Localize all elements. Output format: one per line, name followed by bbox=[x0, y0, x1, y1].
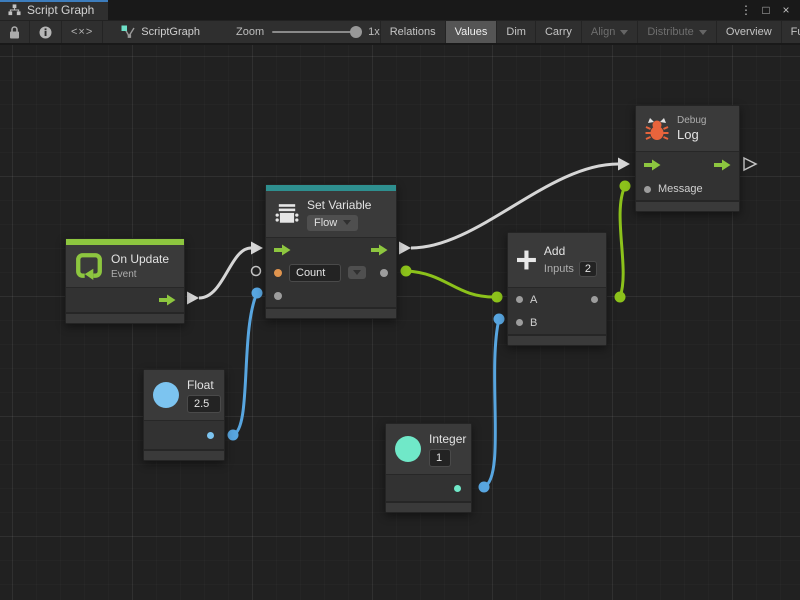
code-view-button[interactable]: <×> bbox=[62, 21, 103, 43]
value-output-port[interactable] bbox=[380, 269, 388, 277]
node-footer bbox=[508, 334, 606, 345]
input-b-label: B bbox=[530, 317, 537, 329]
wire-value-float-to-setvariable[interactable] bbox=[228, 288, 263, 441]
float-type-icon bbox=[153, 382, 179, 408]
tab-title: Script Graph bbox=[27, 3, 94, 17]
info-icon bbox=[39, 26, 52, 39]
dropdown-caret-icon bbox=[699, 30, 707, 35]
variable-name-input-port[interactable] bbox=[274, 269, 282, 277]
node-on-update[interactable]: On Update Event bbox=[65, 238, 185, 324]
dropdown-caret-icon bbox=[620, 30, 628, 35]
window-menu-icon[interactable]: ⋮ bbox=[738, 3, 754, 17]
variable-picker-dropdown[interactable] bbox=[348, 266, 366, 279]
dropdown-caret-icon bbox=[343, 220, 351, 225]
maximize-icon[interactable]: □ bbox=[758, 3, 774, 17]
node-title: On Update bbox=[111, 252, 169, 266]
graph-toolbar: <×> ScriptGraph Zoom 1x Relations Values… bbox=[0, 20, 800, 44]
integer-output-port[interactable] bbox=[454, 485, 461, 492]
node-title: Log bbox=[677, 127, 706, 142]
tab-bar: Script Graph ⋮ □ × bbox=[0, 0, 800, 20]
node-title: Float bbox=[187, 378, 221, 392]
flow-input-port[interactable] bbox=[644, 159, 661, 171]
zoom-slider-handle[interactable] bbox=[350, 26, 362, 38]
sum-output-port[interactable] bbox=[591, 296, 598, 303]
graph-hierarchy-icon bbox=[8, 4, 21, 16]
flow-output-port[interactable] bbox=[371, 244, 388, 256]
code-brackets-icon: <×> bbox=[71, 26, 93, 38]
wire-value-add-to-debuglog-message[interactable] bbox=[615, 181, 631, 303]
relations-button[interactable]: Relations bbox=[380, 21, 445, 43]
node-set-variable[interactable]: Set Variable Flow bbox=[265, 184, 397, 319]
zoom-control: Zoom 1x bbox=[236, 21, 380, 43]
float-output-port[interactable] bbox=[207, 432, 214, 439]
unconnected-port-circle[interactable] bbox=[252, 267, 261, 276]
breadcrumb[interactable]: ScriptGraph bbox=[111, 21, 210, 43]
fullscreen-button[interactable]: Full Screen bbox=[781, 21, 800, 43]
node-category: Debug bbox=[677, 115, 706, 126]
node-add[interactable]: Add Inputs 2 A B bbox=[507, 232, 607, 346]
float-value-field[interactable]: 2.5 bbox=[187, 395, 221, 413]
distribute-dropdown[interactable]: Distribute bbox=[637, 21, 715, 43]
values-button[interactable]: Values bbox=[445, 21, 497, 43]
variable-stack-icon bbox=[275, 203, 299, 225]
wire-value-setvariable-to-add-a[interactable] bbox=[401, 266, 503, 303]
dropdown-caret-icon bbox=[353, 270, 361, 275]
input-a-port[interactable] bbox=[516, 296, 523, 303]
node-footer bbox=[636, 200, 739, 211]
inputs-label: Inputs bbox=[544, 263, 574, 275]
value-input-port[interactable] bbox=[274, 292, 282, 300]
node-footer bbox=[144, 449, 224, 460]
wire-value-integer-to-add-b[interactable] bbox=[479, 314, 505, 493]
dim-button[interactable]: Dim bbox=[496, 21, 535, 43]
node-title: Integer bbox=[429, 432, 466, 446]
inputs-count-field[interactable]: 2 bbox=[579, 261, 597, 277]
focused-tab-indicator bbox=[0, 0, 108, 2]
node-float-literal[interactable]: Float 2.5 bbox=[143, 369, 225, 461]
unconnected-flow-triangle[interactable] bbox=[744, 158, 756, 170]
tab-script-graph[interactable]: Script Graph bbox=[0, 0, 108, 20]
lock-icon bbox=[9, 26, 20, 39]
close-icon[interactable]: × bbox=[778, 3, 794, 17]
node-footer bbox=[66, 312, 184, 323]
info-button[interactable] bbox=[30, 21, 62, 43]
variable-scope-dropdown[interactable]: Flow bbox=[307, 215, 358, 231]
graph-canvas[interactable]: On Update Event bbox=[0, 45, 800, 600]
update-loop-icon bbox=[75, 252, 103, 280]
carry-button[interactable]: Carry bbox=[535, 21, 581, 43]
align-dropdown[interactable]: Align bbox=[581, 21, 637, 43]
toolbar-buttons: Relations Values Dim Carry Align Distrib… bbox=[380, 21, 800, 43]
breadcrumb-label: ScriptGraph bbox=[141, 26, 200, 38]
node-integer-literal[interactable]: Integer 1 bbox=[385, 423, 472, 513]
window-controls: ⋮ □ × bbox=[738, 0, 800, 20]
flow-output-port[interactable] bbox=[714, 159, 731, 171]
input-a-label: A bbox=[530, 294, 537, 306]
node-footer bbox=[266, 307, 396, 318]
zoom-label: Zoom bbox=[236, 26, 264, 38]
plus-icon bbox=[517, 249, 536, 271]
input-b-port[interactable] bbox=[516, 319, 523, 326]
node-debug-log[interactable]: Debug Log Message bbox=[635, 105, 740, 212]
message-input-port[interactable] bbox=[644, 186, 651, 193]
integer-value-field[interactable]: 1 bbox=[429, 449, 451, 467]
node-subtitle: Event bbox=[111, 269, 169, 280]
node-title: Set Variable bbox=[307, 198, 371, 212]
node-footer bbox=[386, 501, 471, 512]
script-graph-icon bbox=[121, 25, 135, 39]
integer-type-icon bbox=[395, 436, 421, 462]
flow-input-port[interactable] bbox=[274, 244, 291, 256]
unity-script-graph-window: Script Graph ⋮ □ × <×> bbox=[0, 0, 800, 600]
flow-output-port[interactable] bbox=[159, 294, 176, 306]
variable-name-field[interactable]: Count bbox=[289, 264, 341, 282]
lock-button[interactable] bbox=[0, 21, 30, 43]
zoom-slider[interactable] bbox=[272, 31, 360, 33]
bug-icon bbox=[645, 117, 669, 141]
node-title: Add bbox=[544, 244, 597, 258]
zoom-value: 1x bbox=[368, 26, 380, 38]
overview-button[interactable]: Overview bbox=[716, 21, 781, 43]
message-label: Message bbox=[658, 183, 703, 195]
